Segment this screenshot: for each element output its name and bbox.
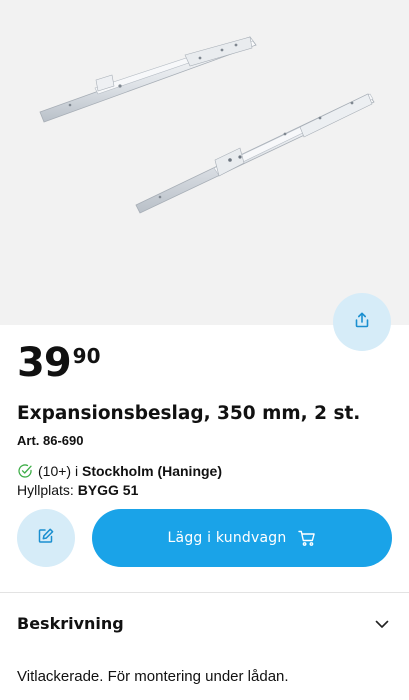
description-accordion-header[interactable]: Beskrivning (0, 593, 409, 655)
share-icon (353, 311, 371, 334)
note-button[interactable] (17, 509, 75, 567)
chevron-down-icon (375, 620, 389, 629)
drawer-slide-image (39, 36, 375, 214)
product-image (0, 0, 409, 325)
shelf-value: BYGG 51 (77, 482, 139, 498)
product-title: Expansionsbeslag, 350 mm, 2 st. (17, 403, 361, 424)
article-number: Art. 86-690 (17, 433, 84, 448)
shelf-label: Hyllplats: (17, 482, 74, 498)
stock-store[interactable]: Stockholm (Haninge) (82, 462, 222, 480)
stock-prefix: i (74, 463, 79, 479)
add-to-cart-label: Lägg i kundvagn (167, 530, 287, 546)
check-circle-icon (17, 463, 33, 479)
price: 39 90 (17, 338, 101, 388)
share-button[interactable] (333, 293, 391, 351)
price-integer: 39 (17, 340, 72, 386)
shelf-location: Hyllplats: BYGG 51 (17, 481, 138, 499)
stock-status: (10+) i Stockholm (Haninge) (17, 462, 222, 480)
add-to-cart-button[interactable]: Lägg i kundvagn (92, 509, 392, 567)
description-text: Vitlackerade. För montering under lådan. (17, 668, 289, 685)
price-decimals: 90 (72, 344, 101, 368)
stock-count: (10+) (38, 463, 72, 479)
cart-icon (298, 530, 316, 547)
edit-note-icon (37, 527, 55, 550)
description-heading: Beskrivning (17, 614, 124, 633)
